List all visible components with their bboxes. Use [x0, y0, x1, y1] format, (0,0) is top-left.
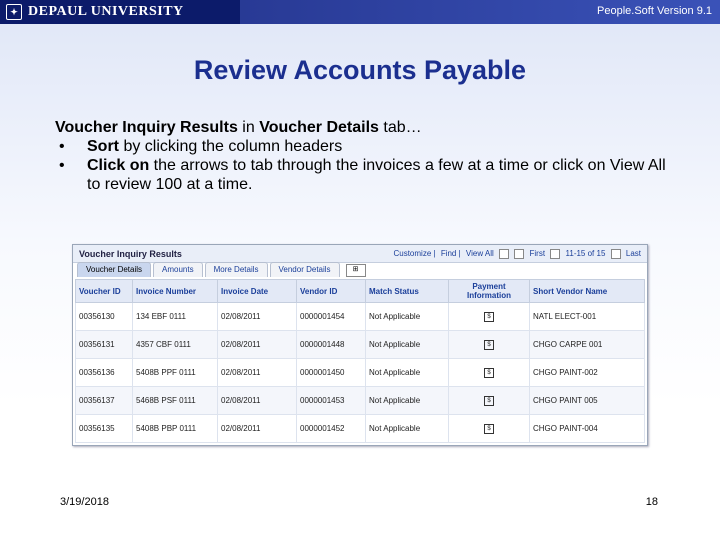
- inquiry-header: Voucher Inquiry Results Customize | Find…: [73, 245, 647, 263]
- cell-match-status: Not Applicable: [365, 358, 449, 387]
- voucher-table: Voucher ID Invoice Number Invoice Date V…: [75, 279, 645, 443]
- bullet-text: Click on the arrows to tab through the i…: [87, 156, 675, 194]
- cell-invoice-number: 5408B PBP 0111: [132, 414, 218, 443]
- cell-invoice-number: 4357 CBF 0111: [132, 330, 218, 359]
- tab-vendor-details[interactable]: Vendor Details: [269, 262, 340, 277]
- last-link[interactable]: Last: [626, 249, 641, 258]
- cell-vendor-id: 0000001454: [296, 302, 366, 331]
- cell-invoice-date: 02/08/2011: [217, 386, 297, 415]
- cell-payment-info: $: [448, 330, 530, 359]
- cell-short-vendor-name: NATL ELECT-001: [529, 302, 645, 331]
- footer-date: 3/19/2018: [60, 496, 109, 508]
- bullet-bold: Sort: [87, 138, 119, 155]
- cell-voucher-id[interactable]: 00356130: [75, 302, 133, 331]
- university-logo: ✦ DEPAUL UNIVERSITY: [0, 0, 240, 24]
- bullet-marker: •: [59, 138, 65, 155]
- cell-payment-info: $: [448, 414, 530, 443]
- col-vendor-id[interactable]: Vendor ID: [296, 279, 366, 303]
- cell-invoice-date: 02/08/2011: [217, 330, 297, 359]
- cell-match-status: Not Applicable: [365, 386, 449, 415]
- col-payment-information[interactable]: Payment Information: [448, 279, 530, 303]
- prev-arrow-icon[interactable]: [550, 249, 561, 259]
- intro-end: tab…: [378, 119, 422, 136]
- cell-payment-info: $: [448, 386, 530, 415]
- show-all-columns-icon[interactable]: ⊞: [345, 264, 366, 277]
- table-row: 00356137 5468B PSF 0111 02/08/2011 00000…: [75, 386, 645, 415]
- cell-payment-info: $: [448, 302, 530, 331]
- intro-bold-results: Voucher Inquiry Results: [55, 119, 238, 136]
- download-icon[interactable]: [499, 249, 510, 259]
- bullet-marker: •: [59, 157, 65, 174]
- table-header-row: Voucher ID Invoice Number Invoice Date V…: [75, 279, 645, 303]
- cell-invoice-date: 02/08/2011: [217, 358, 297, 387]
- cell-match-status: Not Applicable: [365, 414, 449, 443]
- cell-payment-info: $: [448, 358, 530, 387]
- intro-line: Voucher Inquiry Results in Voucher Detai…: [55, 118, 675, 137]
- tab-more-details[interactable]: More Details: [204, 262, 268, 277]
- col-invoice-date[interactable]: Invoice Date: [217, 279, 297, 303]
- customize-link[interactable]: Customize: [393, 249, 431, 258]
- table-row: 00356135 5408B PBP 0111 02/08/2011 00000…: [75, 414, 645, 443]
- bullet-text: Sort by clicking the column headers: [87, 137, 342, 156]
- intro-mid: in: [237, 119, 260, 136]
- cell-vendor-id: 0000001450: [296, 358, 366, 387]
- cell-voucher-id[interactable]: 00356137: [75, 386, 133, 415]
- tab-voucher-details[interactable]: Voucher Details: [77, 262, 152, 277]
- inquiry-tabs: Voucher Details Amounts More Details Ven…: [77, 262, 366, 278]
- logo-text: DEPAUL UNIVERSITY: [28, 4, 184, 19]
- bullet-click: • Click on the arrows to tab through the…: [55, 156, 675, 194]
- cell-match-status: Not Applicable: [365, 302, 449, 331]
- version-label: People.Soft Version 9.1: [597, 5, 712, 17]
- cell-vendor-id: 0000001452: [296, 414, 366, 443]
- cell-invoice-number: 5408B PPF 0111: [132, 358, 218, 387]
- col-short-vendor-name[interactable]: Short Vendor Name: [529, 279, 645, 303]
- cell-match-status: Not Applicable: [365, 330, 449, 359]
- find-link[interactable]: Find: [441, 249, 457, 258]
- next-arrow-icon[interactable]: [610, 249, 621, 259]
- table-row: 00356130 134 EBF 0111 02/08/2011 0000001…: [75, 302, 645, 331]
- bullet-sort: • Sort by clicking the column headers: [55, 137, 675, 156]
- cell-short-vendor-name: CHGO CARPE 001: [529, 330, 645, 359]
- tab-amounts[interactable]: Amounts: [153, 262, 203, 277]
- grid-icon[interactable]: [514, 249, 525, 259]
- view-all-link[interactable]: View All: [466, 249, 494, 258]
- col-invoice-number[interactable]: Invoice Number: [132, 279, 218, 303]
- slide-body: Voucher Inquiry Results in Voucher Detai…: [55, 118, 675, 194]
- inquiry-nav: Customize | Find | View All First 11-15 …: [393, 249, 641, 259]
- cell-voucher-id[interactable]: 00356135: [75, 414, 133, 443]
- seal-icon: ✦: [6, 4, 22, 20]
- payment-info-icon[interactable]: $: [484, 312, 494, 322]
- cell-short-vendor-name: CHGO PAINT 005: [529, 386, 645, 415]
- first-link[interactable]: First: [529, 249, 545, 258]
- intro-bold-details: Voucher Details: [259, 119, 379, 136]
- cell-voucher-id[interactable]: 00356131: [75, 330, 133, 359]
- row-range: 11-15 of 15: [565, 249, 606, 259]
- table-row: 00356136 5408B PPF 0111 02/08/2011 00000…: [75, 358, 645, 387]
- table-row: 00356131 4357 CBF 0111 02/08/2011 000000…: [75, 330, 645, 359]
- col-match-status[interactable]: Match Status: [365, 279, 449, 303]
- cell-vendor-id: 0000001453: [296, 386, 366, 415]
- inquiry-title: Voucher Inquiry Results: [79, 249, 182, 259]
- bullet-rest: by clicking the column headers: [119, 138, 343, 155]
- header-bar: ✦ DEPAUL UNIVERSITY People.Soft Version …: [0, 0, 720, 24]
- cell-voucher-id[interactable]: 00356136: [75, 358, 133, 387]
- payment-info-icon[interactable]: $: [484, 368, 494, 378]
- col-voucher-id[interactable]: Voucher ID: [75, 279, 133, 303]
- payment-info-icon[interactable]: $: [484, 396, 494, 406]
- payment-info-icon[interactable]: $: [484, 424, 494, 434]
- cell-short-vendor-name: CHGO PAINT-002: [529, 358, 645, 387]
- bullet-bold: Click on: [87, 157, 150, 174]
- slide-title: Review Accounts Payable: [193, 55, 527, 85]
- payment-info-icon[interactable]: $: [484, 340, 494, 350]
- voucher-inquiry-screenshot: Voucher Inquiry Results Customize | Find…: [72, 244, 648, 446]
- cell-vendor-id: 0000001448: [296, 330, 366, 359]
- cell-invoice-number: 5468B PSF 0111: [132, 386, 218, 415]
- page-number: 18: [645, 496, 658, 508]
- cell-invoice-number: 134 EBF 0111: [132, 302, 218, 331]
- cell-short-vendor-name: CHGO PAINT-004: [529, 414, 645, 443]
- bullet-rest: the arrows to tab through the invoices a…: [87, 157, 666, 193]
- cell-invoice-date: 02/08/2011: [217, 414, 297, 443]
- cell-invoice-date: 02/08/2011: [217, 302, 297, 331]
